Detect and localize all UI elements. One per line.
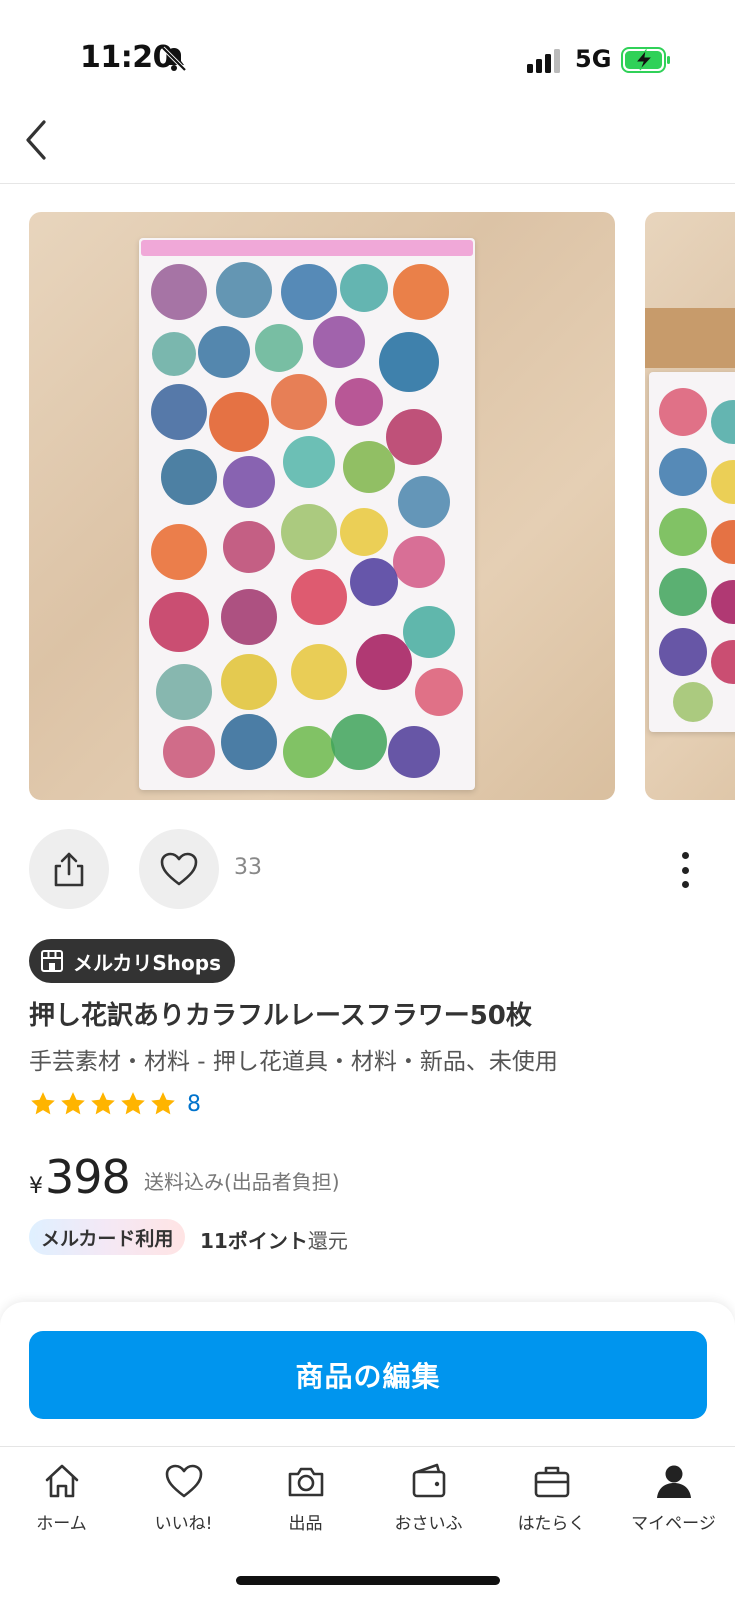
star-icon <box>151 1092 175 1115</box>
tab-wallet-label: おさいふ <box>394 1514 463 1534</box>
tab-home[interactable]: ホーム <box>0 1461 123 1534</box>
star-icon <box>91 1092 115 1115</box>
points-info: 11ポイント還元 <box>200 1225 348 1254</box>
tab-home-label: ホーム <box>36 1514 87 1534</box>
star-icon <box>121 1092 145 1115</box>
more-options-icon[interactable] <box>670 852 700 888</box>
sheet-edge <box>141 240 473 256</box>
tab-likes-label: いいね! <box>154 1514 213 1534</box>
signal-icon <box>527 49 560 73</box>
heart-icon <box>165 1464 202 1498</box>
person-icon <box>656 1465 691 1498</box>
silent-bell-icon <box>161 46 187 72</box>
mercard-label: メルカード利用 <box>41 1227 174 1250</box>
points-amount: 11ポイント <box>200 1229 308 1253</box>
home-icon <box>45 1464 78 1498</box>
share-button[interactable] <box>29 829 109 909</box>
product-photo-secondary[interactable] <box>645 212 735 800</box>
top-nav <box>0 100 735 184</box>
mercari-shops-badge: メルカリShops <box>29 939 236 983</box>
mercard-badge: メルカード利用 <box>29 1219 186 1255</box>
image-carousel[interactable] <box>29 212 735 800</box>
wallet-icon <box>412 1463 445 1498</box>
tab-likes[interactable]: いいね! <box>122 1461 245 1534</box>
rating[interactable]: 8 <box>29 1090 201 1118</box>
points-suffix: 還元 <box>307 1229 348 1253</box>
rating-count[interactable]: 8 <box>187 1092 201 1117</box>
heart-outline-icon <box>160 852 198 886</box>
star-icon <box>61 1092 85 1115</box>
share-icon <box>54 852 84 887</box>
tab-mypage[interactable]: マイページ <box>612 1461 735 1534</box>
tab-sell[interactable]: 出品 <box>244 1461 367 1534</box>
shipping-info: 送料込み(出品者負担) <box>144 1170 340 1194</box>
network-label: 5G <box>575 45 612 73</box>
currency-symbol: ¥ <box>29 1174 43 1199</box>
tab-work-label: はたらく <box>517 1514 586 1534</box>
pressed-flowers-image-secondary <box>659 388 735 722</box>
tab-wallet[interactable]: おさいふ <box>367 1461 490 1534</box>
product-category[interactable]: 手芸素材・材料 - 押し花道具・材料・新品、未使用 <box>29 1042 558 1076</box>
battery-charging-icon <box>621 47 670 73</box>
pressed-flowers-image <box>149 262 463 778</box>
shop-icon <box>41 950 63 972</box>
tab-work[interactable]: はたらく <box>490 1461 613 1534</box>
shops-label: メルカリShops <box>73 950 222 975</box>
ruler <box>645 308 735 368</box>
price: ¥ 398 <box>29 1150 131 1204</box>
camera-icon <box>288 1467 323 1497</box>
like-button[interactable] <box>139 829 219 909</box>
briefcase-icon <box>534 1466 569 1498</box>
status-bar: 11:20 5G <box>0 0 735 100</box>
home-indicator <box>236 1576 500 1585</box>
product-photo-main[interactable] <box>29 212 615 800</box>
edit-item-button[interactable]: 商品の編集 <box>29 1331 707 1419</box>
product-title: 押し花訳ありカラフルレースフラワー50枚 <box>29 1001 532 1031</box>
tab-sell-label: 出品 <box>288 1514 323 1534</box>
tab-mypage-label: マイページ <box>631 1514 716 1534</box>
edit-item-label: 商品の編集 <box>295 1360 441 1393</box>
price-value: 398 <box>45 1150 131 1204</box>
back-arrow-icon[interactable] <box>20 118 54 162</box>
star-icon <box>31 1092 55 1115</box>
like-count: 33 <box>234 855 262 880</box>
